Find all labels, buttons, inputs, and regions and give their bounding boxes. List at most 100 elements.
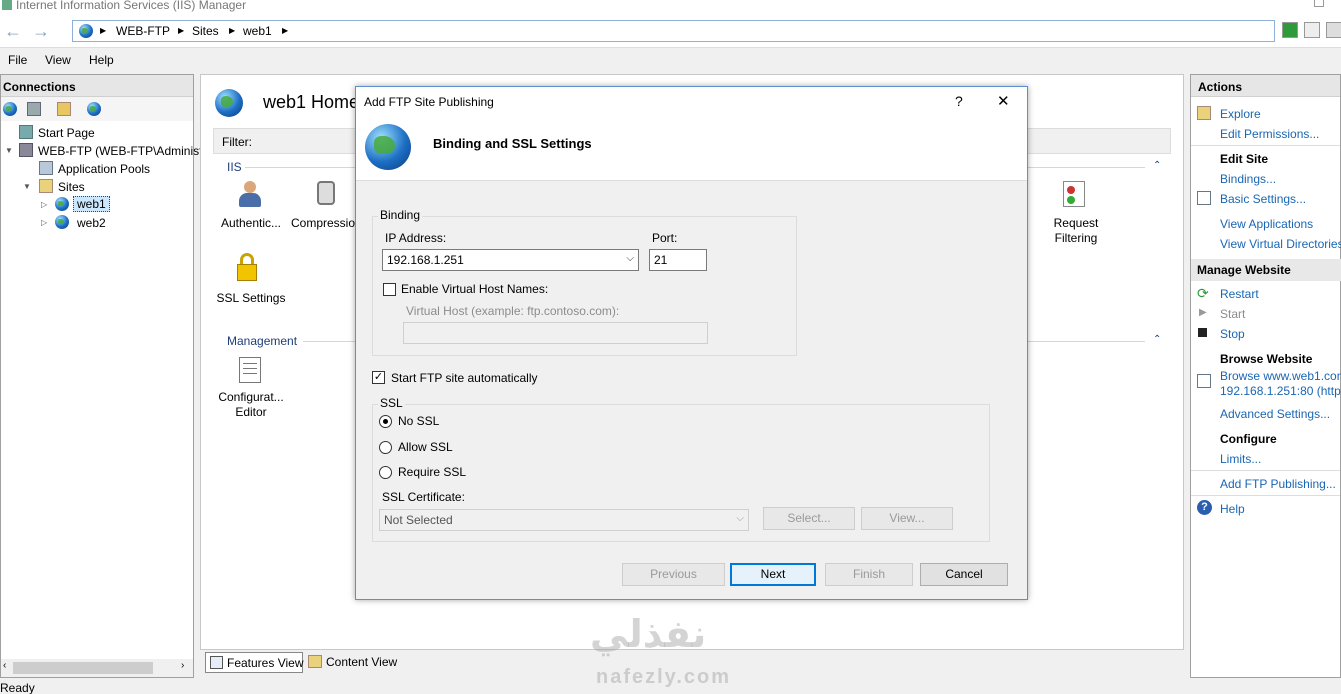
action-bindings[interactable]: Bindings... xyxy=(1220,172,1276,186)
action-add-ftp-publishing[interactable]: Add FTP Publishing... xyxy=(1220,477,1336,491)
go-refresh-icon[interactable] xyxy=(1282,22,1298,38)
tree-sites[interactable]: Sites xyxy=(58,180,85,194)
action-explore[interactable]: Explore xyxy=(1220,107,1261,121)
content-view-icon xyxy=(308,655,322,668)
restore-window-button[interactable] xyxy=(1314,0,1324,7)
action-view-virtual-directories[interactable]: View Virtual Directories xyxy=(1220,237,1341,251)
no-ssl-radio[interactable] xyxy=(379,415,392,428)
start-ftp-automatically-checkbox[interactable]: ✓ xyxy=(372,371,385,384)
dialog-heading: Binding and SSL Settings xyxy=(433,136,592,151)
feature-configuration-editor[interactable]: Configurat... Editor xyxy=(211,390,291,420)
collapse-group-icon[interactable]: ⌃ xyxy=(1153,160,1161,171)
disconnect-icon[interactable] xyxy=(87,102,101,116)
allow-ssl-radio[interactable] xyxy=(379,441,392,454)
features-view-tab[interactable]: Features View xyxy=(205,652,303,673)
action-start[interactable]: Start xyxy=(1220,307,1245,321)
lock-icon[interactable] xyxy=(235,253,259,283)
ssl-certificate-value: Not Selected xyxy=(384,513,453,527)
action-view-applications[interactable]: View Applications xyxy=(1220,217,1313,231)
stop-icon xyxy=(1198,328,1207,337)
action-stop[interactable]: Stop xyxy=(1220,327,1245,341)
view-certificate-button[interactable]: View... xyxy=(861,507,953,530)
action-browse-link[interactable]: Browse www.web1.com xyxy=(1220,369,1341,383)
feature-authentication[interactable]: Authentic... xyxy=(219,216,283,230)
window-title: Internet Information Services (IIS) Mana… xyxy=(16,0,247,12)
finish-button[interactable]: Finish xyxy=(825,563,913,586)
expand-icon[interactable]: ▷ xyxy=(41,200,47,209)
action-restart[interactable]: Restart xyxy=(1220,287,1259,301)
menu-bar: File View Help xyxy=(0,48,1341,72)
dialog-close-button[interactable]: ✕ xyxy=(997,92,1010,110)
configuration-editor-icon[interactable] xyxy=(239,357,261,383)
basic-settings-icon xyxy=(1197,191,1211,205)
allow-ssl-label: Allow SSL xyxy=(398,440,453,454)
help-icon: ? xyxy=(1197,500,1212,515)
scroll-left-icon[interactable]: ‹ xyxy=(3,660,6,671)
next-button[interactable]: Next xyxy=(730,563,816,586)
collapse-icon[interactable]: ▼ xyxy=(23,182,31,191)
action-help[interactable]: Help xyxy=(1220,502,1245,516)
sites-folder-icon xyxy=(39,179,53,193)
menu-help[interactable]: Help xyxy=(89,53,114,67)
section-configure: Configure xyxy=(1220,432,1277,446)
stop-icon[interactable] xyxy=(1304,22,1320,38)
site-globe-icon xyxy=(215,89,243,117)
globe-icon xyxy=(55,197,69,211)
watermark-latin: nafezly.com xyxy=(596,666,731,688)
tree-web1[interactable]: web1 xyxy=(73,196,110,212)
menu-file[interactable]: File xyxy=(8,53,27,67)
collapse-group-icon[interactable]: ⌃ xyxy=(1153,334,1161,345)
breadcrumb-sites[interactable]: Sites xyxy=(192,24,219,38)
ssl-certificate-label: SSL Certificate: xyxy=(382,490,465,504)
tree-server[interactable]: WEB-FTP (WEB-FTP\Administ xyxy=(38,144,202,158)
content-view-tab[interactable]: Content View xyxy=(307,652,407,673)
menu-view[interactable]: View xyxy=(45,53,71,67)
ssl-certificate-dropdown[interactable]: Not Selected ⌵ xyxy=(379,509,749,531)
tree-start-page[interactable]: Start Page xyxy=(38,126,95,140)
ip-address-dropdown[interactable]: 192.168.1.251 ⌵ xyxy=(382,249,639,271)
scrollbar-thumb[interactable] xyxy=(13,662,153,674)
connections-panel: Connections Start Page ▼ WEB-FTP (WEB-FT… xyxy=(0,74,202,678)
action-basic-settings[interactable]: Basic Settings... xyxy=(1220,192,1306,206)
forward-arrow-icon[interactable]: → xyxy=(28,20,54,42)
action-browse-ip[interactable]: 192.168.1.251:80 (http) xyxy=(1220,384,1341,398)
compression-icon[interactable] xyxy=(311,179,341,209)
breadcrumb-server[interactable]: WEB-FTP xyxy=(116,24,170,38)
add-ftp-site-publishing-dialog: Add FTP Site Publishing ? ✕ Binding and … xyxy=(355,86,1028,600)
feature-compression[interactable]: Compression xyxy=(291,216,362,230)
request-filtering-icon[interactable] xyxy=(1061,181,1089,209)
cancel-button[interactable]: Cancel xyxy=(920,563,1008,586)
select-certificate-button[interactable]: Select... xyxy=(763,507,855,530)
breadcrumb-web1[interactable]: web1 xyxy=(243,24,272,38)
feature-ssl-settings[interactable]: SSL Settings xyxy=(215,291,287,305)
feature-request-filtering[interactable]: Request Filtering xyxy=(1041,216,1111,246)
previous-button[interactable]: Previous xyxy=(622,563,725,586)
connections-title: Connections xyxy=(1,75,193,97)
expand-icon[interactable]: ▷ xyxy=(41,218,47,227)
port-input[interactable]: 21 xyxy=(649,249,707,271)
page-title: web1 Home xyxy=(263,92,360,112)
content-view-label: Content View xyxy=(326,655,398,669)
dialog-help-button[interactable]: ? xyxy=(955,93,963,109)
chevron-down-icon: ⌵ xyxy=(626,253,634,264)
collapse-icon[interactable]: ▼ xyxy=(5,146,13,155)
action-advanced-settings[interactable]: Advanced Settings... xyxy=(1220,407,1330,421)
enable-virtual-host-checkbox[interactable] xyxy=(383,283,396,296)
folder-up-icon[interactable] xyxy=(57,102,71,116)
breadcrumb[interactable]: ▶ WEB-FTP ▶ Sites ▶ web1 ▶ xyxy=(72,20,1275,42)
back-arrow-icon[interactable]: ← xyxy=(0,20,26,42)
save-icon[interactable] xyxy=(27,102,41,116)
action-edit-permissions[interactable]: Edit Permissions... xyxy=(1220,127,1319,141)
horizontal-scrollbar[interactable]: ‹ › xyxy=(1,659,193,677)
tree-app-pools[interactable]: Application Pools xyxy=(58,162,150,176)
connect-icon[interactable] xyxy=(3,102,17,116)
action-limits[interactable]: Limits... xyxy=(1220,452,1261,466)
scroll-right-icon[interactable]: › xyxy=(181,660,184,671)
authentication-icon[interactable] xyxy=(235,179,265,209)
tree-web2[interactable]: web2 xyxy=(77,216,106,230)
virtual-host-input[interactable] xyxy=(403,322,708,344)
home-icon[interactable] xyxy=(1326,22,1341,38)
require-ssl-radio[interactable] xyxy=(379,466,392,479)
filter-label: Filter: xyxy=(222,135,252,149)
breadcrumb-separator-icon: ▶ xyxy=(100,26,107,35)
